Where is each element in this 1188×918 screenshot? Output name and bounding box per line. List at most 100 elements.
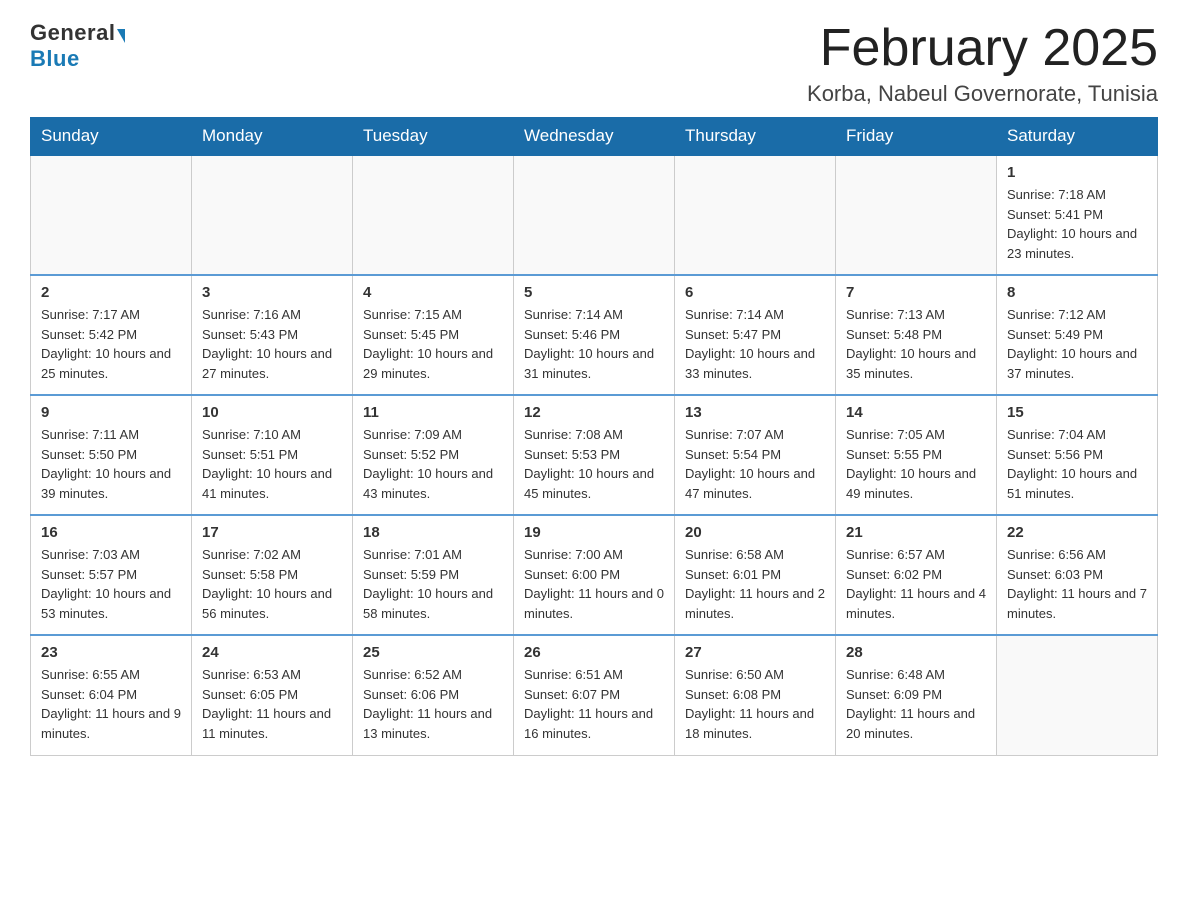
logo-triangle-icon (117, 29, 125, 43)
day-cell: 15Sunrise: 7:04 AM Sunset: 5:56 PM Dayli… (997, 395, 1158, 515)
day-cell: 11 Sunrise: 7:09 AM Sunset: 5:52 PM Dayli… (353, 395, 514, 515)
day-cell: 17 Sunrise: 7:02 AM Sunset: 5:58 PM Dayli… (192, 515, 353, 635)
day-number: 17 (202, 524, 342, 541)
day-number: 5 (524, 284, 664, 301)
day-number: 9 (41, 404, 181, 421)
day-number: 3 (202, 284, 342, 301)
day-number: 24 (202, 644, 342, 661)
day-info: Sunrise: 6:48 AM Sunset: 6:09 PM Dayligh… (846, 665, 986, 743)
week-row-3: 9 Sunrise: 7:11 AM Sunset: 5:50 PM Daylig… (31, 395, 1158, 515)
day-number: 15 (1007, 404, 1147, 421)
calendar-wrapper: Sunday Monday Tuesday Wednesday Thursday… (0, 117, 1188, 786)
day-cell: 16 Sunrise: 7:03 AM Sunset: 5:57 PM Dayli… (31, 515, 192, 635)
day-cell: 3 Sunrise: 7:16 AM Sunset: 5:43 PM Daylig… (192, 275, 353, 395)
day-number: 4 (363, 284, 503, 301)
day-info: Sunrise: 6:55 AM Sunset: 6:04 PM Dayligh… (41, 665, 181, 743)
week-row-4: 16 Sunrise: 7:03 AM Sunset: 5:57 PM Dayli… (31, 515, 1158, 635)
day-cell: 4Sunrise: 7:15 AM Sunset: 5:45 PM Daylig… (353, 275, 514, 395)
day-cell (192, 155, 353, 275)
week-row-1: 1Sunrise: 7:18 AM Sunset: 5:41 PM Daylig… (31, 155, 1158, 275)
day-cell (353, 155, 514, 275)
day-info: Sunrise: 7:01 AM Sunset: 5:59 PM Dayligh… (363, 545, 503, 623)
day-cell: 21Sunrise: 6:57 AM Sunset: 6:02 PM Dayli… (836, 515, 997, 635)
day-number: 13 (685, 404, 825, 421)
day-cell: 13 Sunrise: 7:07 AM Sunset: 5:54 PM Dayli… (675, 395, 836, 515)
day-number: 14 (846, 404, 986, 421)
title-block: February 2025 Korba, Nabeul Governorate,… (807, 20, 1158, 107)
day-cell: 8Sunrise: 7:12 AM Sunset: 5:49 PM Daylig… (997, 275, 1158, 395)
day-cell: 20 Sunrise: 6:58 AM Sunset: 6:01 PM Dayli… (675, 515, 836, 635)
header-row: Sunday Monday Tuesday Wednesday Thursday… (31, 118, 1158, 156)
day-number: 16 (41, 524, 181, 541)
day-cell (31, 155, 192, 275)
col-tuesday: Tuesday (353, 118, 514, 156)
day-cell (514, 155, 675, 275)
day-cell: 12 Sunrise: 7:08 AM Sunset: 5:53 PM Dayli… (514, 395, 675, 515)
day-cell (675, 155, 836, 275)
day-number: 26 (524, 644, 664, 661)
day-cell: 7 Sunrise: 7:13 AM Sunset: 5:48 PM Daylig… (836, 275, 997, 395)
day-info: Sunrise: 7:18 AM Sunset: 5:41 PM Dayligh… (1007, 185, 1147, 263)
day-cell: 28 Sunrise: 6:48 AM Sunset: 6:09 PM Dayli… (836, 635, 997, 755)
day-number: 2 (41, 284, 181, 301)
col-sunday: Sunday (31, 118, 192, 156)
col-saturday: Saturday (997, 118, 1158, 156)
day-info: Sunrise: 6:52 AM Sunset: 6:06 PM Dayligh… (363, 665, 503, 743)
day-number: 23 (41, 644, 181, 661)
day-info: Sunrise: 7:13 AM Sunset: 5:48 PM Dayligh… (846, 305, 986, 383)
day-info: Sunrise: 7:05 AM Sunset: 5:55 PM Dayligh… (846, 425, 986, 503)
day-info: Sunrise: 6:56 AM Sunset: 6:03 PM Dayligh… (1007, 545, 1147, 623)
page-header: General Blue February 2025 Korba, Nabeul… (0, 0, 1188, 117)
logo-general: General (30, 20, 115, 45)
logo: General Blue (30, 20, 125, 72)
day-number: 22 (1007, 524, 1147, 541)
day-info: Sunrise: 7:00 AM Sunset: 6:00 PM Dayligh… (524, 545, 664, 623)
day-number: 8 (1007, 284, 1147, 301)
day-info: Sunrise: 7:16 AM Sunset: 5:43 PM Dayligh… (202, 305, 342, 383)
month-title: February 2025 (807, 20, 1158, 77)
day-number: 28 (846, 644, 986, 661)
day-cell: 1Sunrise: 7:18 AM Sunset: 5:41 PM Daylig… (997, 155, 1158, 275)
logo-blue: Blue (30, 46, 80, 72)
day-cell: 19 Sunrise: 7:00 AM Sunset: 6:00 PM Dayli… (514, 515, 675, 635)
col-wednesday: Wednesday (514, 118, 675, 156)
day-info: Sunrise: 7:08 AM Sunset: 5:53 PM Dayligh… (524, 425, 664, 503)
day-cell (997, 635, 1158, 755)
day-number: 11 (363, 404, 503, 421)
day-cell: 14 Sunrise: 7:05 AM Sunset: 5:55 PM Dayli… (836, 395, 997, 515)
day-number: 12 (524, 404, 664, 421)
day-number: 25 (363, 644, 503, 661)
day-cell: 10 Sunrise: 7:10 AM Sunset: 5:51 PM Dayli… (192, 395, 353, 515)
day-info: Sunrise: 6:58 AM Sunset: 6:01 PM Dayligh… (685, 545, 825, 623)
day-info: Sunrise: 7:14 AM Sunset: 5:47 PM Dayligh… (685, 305, 825, 383)
day-info: Sunrise: 6:57 AM Sunset: 6:02 PM Dayligh… (846, 545, 986, 623)
day-number: 6 (685, 284, 825, 301)
day-number: 7 (846, 284, 986, 301)
day-info: Sunrise: 7:11 AM Sunset: 5:50 PM Dayligh… (41, 425, 181, 503)
week-row-5: 23 Sunrise: 6:55 AM Sunset: 6:04 PM Dayli… (31, 635, 1158, 755)
day-cell (836, 155, 997, 275)
day-cell: 5 Sunrise: 7:14 AM Sunset: 5:46 PM Daylig… (514, 275, 675, 395)
day-number: 10 (202, 404, 342, 421)
day-info: Sunrise: 7:09 AM Sunset: 5:52 PM Dayligh… (363, 425, 503, 503)
day-info: Sunrise: 7:03 AM Sunset: 5:57 PM Dayligh… (41, 545, 181, 623)
col-friday: Friday (836, 118, 997, 156)
week-row-2: 2Sunrise: 7:17 AM Sunset: 5:42 PM Daylig… (31, 275, 1158, 395)
day-cell: 24 Sunrise: 6:53 AM Sunset: 6:05 PM Dayli… (192, 635, 353, 755)
day-cell: 22 Sunrise: 6:56 AM Sunset: 6:03 PM Dayli… (997, 515, 1158, 635)
location-title: Korba, Nabeul Governorate, Tunisia (807, 81, 1158, 107)
day-info: Sunrise: 6:51 AM Sunset: 6:07 PM Dayligh… (524, 665, 664, 743)
day-number: 20 (685, 524, 825, 541)
day-info: Sunrise: 6:53 AM Sunset: 6:05 PM Dayligh… (202, 665, 342, 743)
day-cell: 27Sunrise: 6:50 AM Sunset: 6:08 PM Dayli… (675, 635, 836, 755)
day-info: Sunrise: 7:02 AM Sunset: 5:58 PM Dayligh… (202, 545, 342, 623)
day-info: Sunrise: 7:14 AM Sunset: 5:46 PM Dayligh… (524, 305, 664, 383)
day-info: Sunrise: 7:10 AM Sunset: 5:51 PM Dayligh… (202, 425, 342, 503)
day-cell: 9 Sunrise: 7:11 AM Sunset: 5:50 PM Daylig… (31, 395, 192, 515)
day-cell: 18Sunrise: 7:01 AM Sunset: 5:59 PM Dayli… (353, 515, 514, 635)
col-monday: Monday (192, 118, 353, 156)
day-number: 19 (524, 524, 664, 541)
day-cell: 2Sunrise: 7:17 AM Sunset: 5:42 PM Daylig… (31, 275, 192, 395)
logo-text: General (30, 20, 125, 46)
day-info: Sunrise: 7:07 AM Sunset: 5:54 PM Dayligh… (685, 425, 825, 503)
